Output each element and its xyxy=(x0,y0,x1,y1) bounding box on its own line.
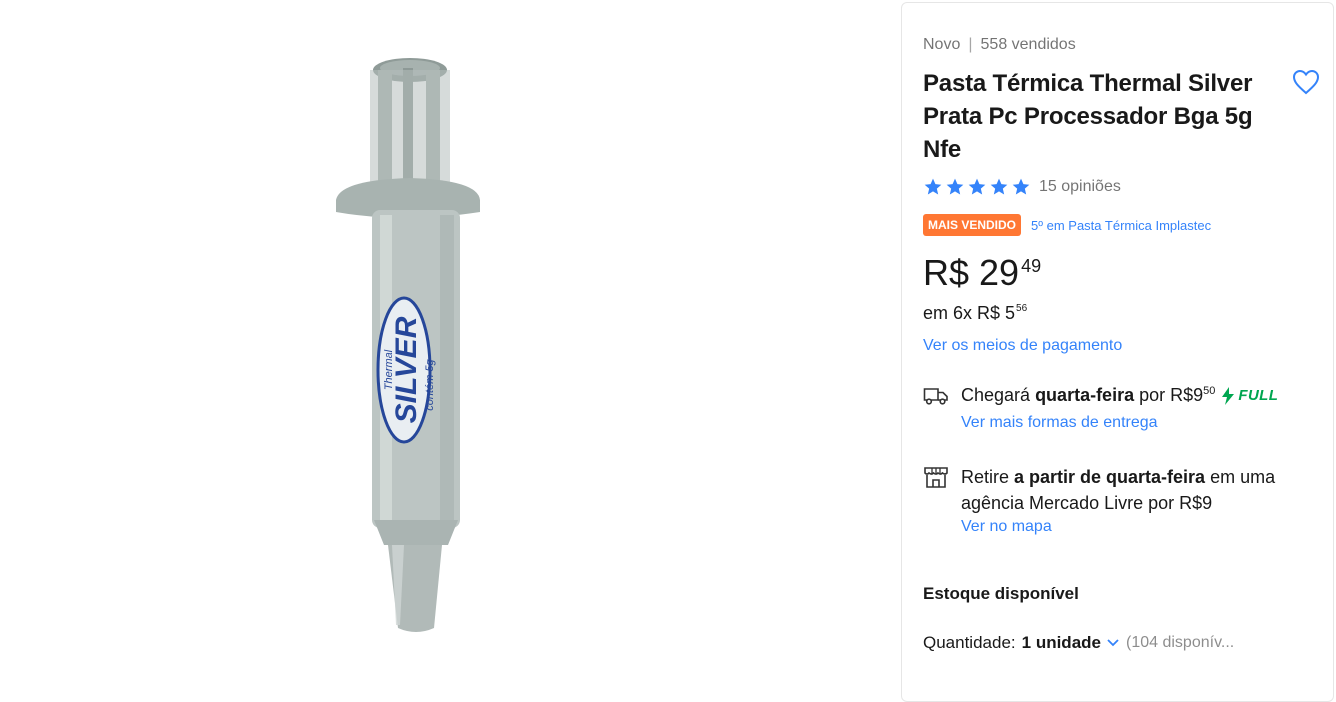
star-icon xyxy=(946,178,964,195)
stock-title: Estoque disponível xyxy=(923,584,1079,603)
brand-label: Thermal SILVER xyxy=(376,296,432,444)
see-map-link[interactable]: Ver no mapa xyxy=(961,518,1323,536)
condition: Novo xyxy=(923,36,961,53)
separator: | xyxy=(968,36,973,53)
quantity-value[interactable]: 1 unidade xyxy=(1022,633,1101,653)
category-rank-link[interactable]: 5º em Pasta Térmica Implastec xyxy=(1031,218,1211,233)
payment-methods-link[interactable]: Ver os meios de pagamento xyxy=(923,337,1122,355)
sold-count: 558 vendidos xyxy=(980,36,1076,53)
buy-box: Novo | 558 vendidos Pasta Térmica Thermal … xyxy=(901,2,1334,702)
heart-icon[interactable] xyxy=(1292,69,1320,95)
installments: em 6x R$ 556 xyxy=(923,303,1027,324)
lightning-icon xyxy=(1222,386,1235,405)
product-subtitle: Novo | 558 vendidos xyxy=(923,36,1076,54)
product-title: Pasta Térmica Thermal Silver Prata Pc Pr… xyxy=(923,70,1253,163)
truck-icon xyxy=(923,387,948,405)
shipping-text: Chegará quarta-feira por R$950 xyxy=(961,385,1216,405)
best-seller-badge: MAIS VENDIDO xyxy=(923,214,1022,236)
price-cents: 49 xyxy=(1021,256,1042,276)
pickup-text: Retire a partir de quarta-feira em uma a… xyxy=(961,467,1276,513)
quantity-label: Quantidade: xyxy=(923,633,1016,652)
star-icon xyxy=(924,178,942,195)
price: R$ 29 49 xyxy=(923,251,1041,295)
chevron-down-icon[interactable] xyxy=(1106,638,1120,648)
price-integer: 29 xyxy=(979,252,1020,293)
store-icon xyxy=(924,467,948,488)
svg-text:SILVER: SILVER xyxy=(390,316,423,423)
best-seller-row: MAIS VENDIDO 5º em Pasta Térmica Implast… xyxy=(923,214,1211,236)
shipping-info: Chegará quarta-feira por R$950 FULL Ver … xyxy=(923,385,1323,432)
available-units: (104 disponív... xyxy=(1126,634,1235,651)
installments-cents: 56 xyxy=(1016,303,1028,314)
star-icon xyxy=(1012,178,1030,195)
star-icon xyxy=(990,178,1008,195)
full-badge: FULL xyxy=(1221,386,1278,405)
reviews-count[interactable]: 15 opiniões xyxy=(1039,178,1121,196)
quantity-selector[interactable]: Quantidade: 1 unidade (104 disponív... xyxy=(923,633,1234,653)
pickup-info: Retire a partir de quarta-feira em uma a… xyxy=(923,464,1323,536)
rating-stars xyxy=(923,177,1031,197)
product-gallery: Thermal SILVER contém 5g xyxy=(0,0,900,673)
svg-text:contém 5g: contém 5g xyxy=(424,358,436,410)
product-image[interactable]: Thermal SILVER contém 5g xyxy=(300,40,540,640)
rating[interactable]: 15 opiniões xyxy=(923,177,1121,197)
more-delivery-options-link[interactable]: Ver mais formas de entrega xyxy=(961,414,1323,432)
installments-text: em 6x R$ 5 xyxy=(923,303,1016,323)
price-currency: R$ xyxy=(923,252,970,293)
star-icon xyxy=(968,178,986,195)
